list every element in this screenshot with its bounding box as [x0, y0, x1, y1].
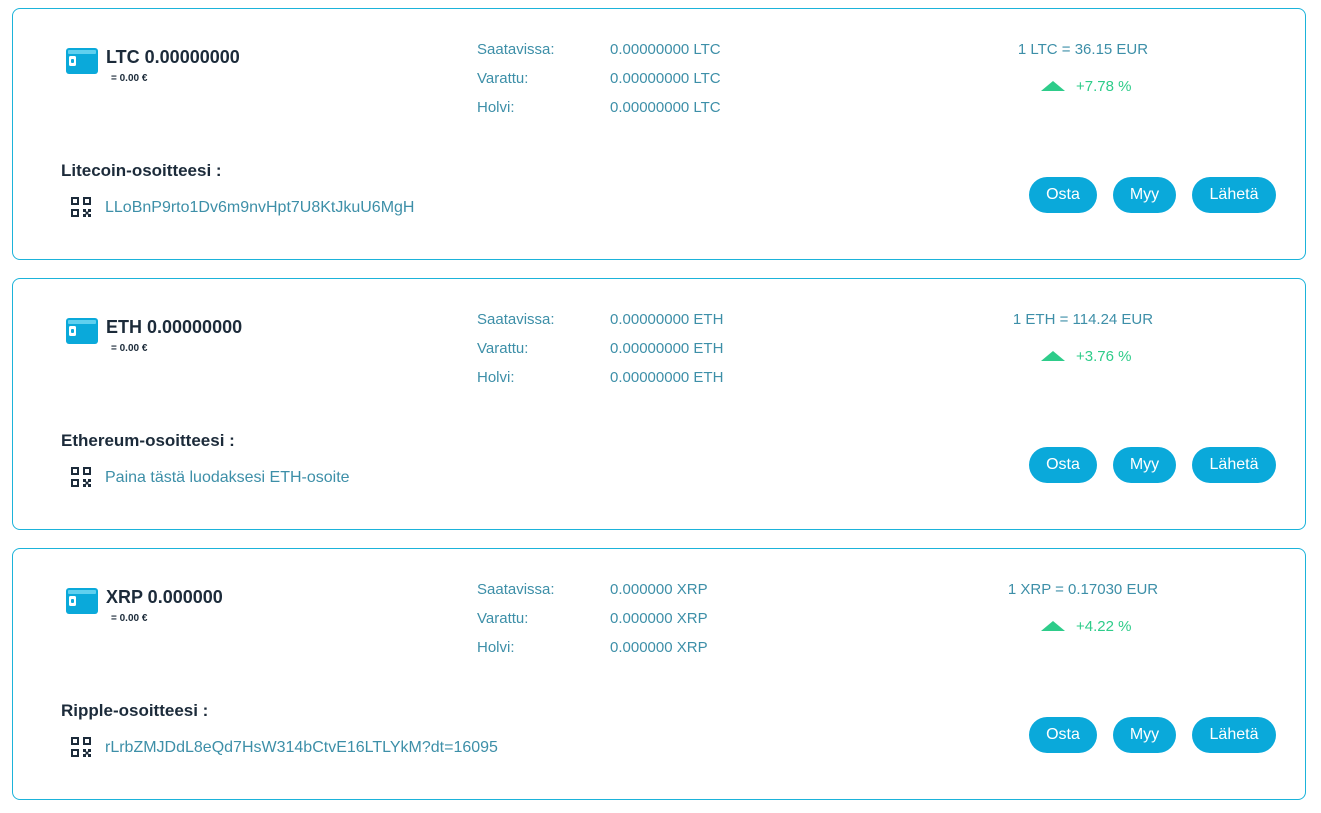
wallet-address-link[interactable]: rLrbZMJDdL8eQd7HsW314bCtvE16LTLYkM?dt=16… [105, 739, 498, 757]
buy-button[interactable]: Osta [1029, 717, 1097, 753]
coin-fiat-value: = 0.00 € [111, 73, 148, 84]
vault-value: 0.00000000 ETH [610, 369, 724, 386]
address-heading: Ethereum-osoitteesi : [61, 431, 235, 450]
reserved-label: Varattu: [477, 610, 529, 627]
wallet-icon [66, 588, 98, 614]
price-change-value: +3.76 % [1076, 347, 1132, 365]
price-change: +4.22 % [1041, 616, 1131, 636]
generate-address-link[interactable]: Paina tästä luodaksesi ETH-osoite [105, 469, 350, 487]
available-label: Saatavissa: [477, 581, 555, 598]
address-heading: Ripple-osoitteesi : [61, 701, 209, 720]
coin-balance-title: ETH 0.00000000 [106, 317, 243, 337]
available-value: 0.00000000 LTC [610, 41, 721, 58]
reserved-value: 0.00000000 ETH [610, 340, 724, 357]
available-label: Saatavissa: [477, 41, 555, 58]
sell-button[interactable]: Myy [1113, 177, 1176, 213]
vault-label: Holvi: [477, 99, 515, 116]
reserved-value: 0.000000 XRP [610, 610, 708, 627]
vault-value: 0.00000000 LTC [610, 99, 721, 116]
arrow-up-icon [1041, 621, 1065, 631]
address-heading: Litecoin-osoitteesi : [61, 161, 222, 180]
price-change-value: +7.78 % [1076, 77, 1132, 95]
price-change: +3.76 % [1041, 346, 1131, 366]
coin-balance-title: XRP 0.000000 [106, 587, 223, 607]
wallet-icon [66, 48, 98, 74]
vault-label: Holvi: [477, 369, 515, 386]
available-value: 0.00000000 ETH [610, 311, 724, 328]
send-button[interactable]: Lähetä [1192, 717, 1276, 753]
send-button[interactable]: Lähetä [1192, 177, 1276, 213]
wallet-card-eth: ETH 0.00000000 = 0.00 € Saatavissa: 0.00… [12, 278, 1306, 530]
wallet-address-link[interactable]: LLoBnP9rto1Dv6m9nvHpt7U8KtJkuU6MgH [105, 199, 414, 217]
price-change-value: +4.22 % [1076, 617, 1132, 635]
exchange-rate: 1 ETH = 114.24 EUR [1012, 311, 1154, 328]
vault-value: 0.000000 XRP [610, 639, 708, 656]
coin-fiat-value: = 0.00 € [111, 343, 148, 354]
qr-code-icon[interactable] [71, 737, 91, 757]
qr-code-icon[interactable] [71, 467, 91, 487]
qr-code-icon[interactable] [71, 197, 91, 217]
coin-fiat-value: = 0.00 € [111, 613, 148, 624]
wallet-icon [66, 318, 98, 344]
reserved-value: 0.00000000 LTC [610, 70, 721, 87]
exchange-rate: 1 LTC = 36.15 EUR [1017, 41, 1149, 58]
price-change: +7.78 % [1041, 76, 1131, 96]
reserved-label: Varattu: [477, 70, 529, 87]
sell-button[interactable]: Myy [1113, 717, 1176, 753]
wallet-card-ltc: LTC 0.00000000 = 0.00 € Saatavissa: 0.00… [12, 8, 1306, 260]
coin-balance-title: LTC 0.00000000 [106, 47, 240, 67]
arrow-up-icon [1041, 81, 1065, 91]
buy-button[interactable]: Osta [1029, 177, 1097, 213]
buy-button[interactable]: Osta [1029, 447, 1097, 483]
available-value: 0.000000 XRP [610, 581, 708, 598]
wallet-card-xrp: XRP 0.000000 = 0.00 € Saatavissa: 0.0000… [12, 548, 1306, 800]
sell-button[interactable]: Myy [1113, 447, 1176, 483]
vault-label: Holvi: [477, 639, 515, 656]
arrow-up-icon [1041, 351, 1065, 361]
exchange-rate: 1 XRP = 0.17030 EUR [1007, 581, 1159, 598]
reserved-label: Varattu: [477, 340, 529, 357]
send-button[interactable]: Lähetä [1192, 447, 1276, 483]
available-label: Saatavissa: [477, 311, 555, 328]
